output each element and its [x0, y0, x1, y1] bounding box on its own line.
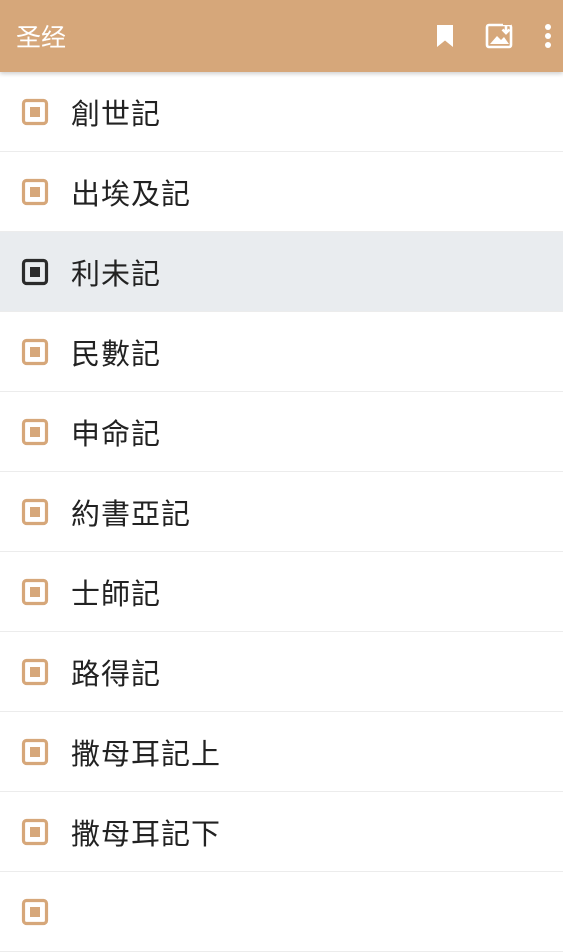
book-item-icon: [21, 658, 49, 685]
book-item-icon: [21, 178, 49, 205]
app-bar: 圣经: [0, 0, 563, 72]
book-list-item[interactable]: 民數記: [0, 312, 563, 392]
book-list-item[interactable]: 路得記: [0, 632, 563, 712]
book-item-icon: [21, 818, 49, 845]
book-item-icon: [21, 98, 49, 125]
book-list-item[interactable]: [0, 872, 563, 952]
book-list-item[interactable]: 申命記: [0, 392, 563, 472]
book-list-item[interactable]: 士師記: [0, 552, 563, 632]
book-item-icon: [21, 338, 49, 365]
book-item-label: 士師記: [71, 576, 162, 611]
book-item-label: 申命記: [71, 416, 162, 451]
book-item-icon: [21, 258, 49, 285]
book-item-label: 撒母耳記上: [71, 736, 222, 771]
book-item-label: 出埃及記: [71, 176, 192, 211]
book-list-item[interactable]: 利未記: [0, 232, 563, 312]
book-item-label: 撒母耳記下: [71, 816, 222, 851]
book-item-label: 約書亞記: [71, 496, 192, 531]
image-export-button[interactable]: [483, 18, 517, 54]
book-item-icon: [21, 898, 49, 925]
more-vert-icon: [545, 24, 551, 48]
book-list-item[interactable]: 創世記: [0, 72, 563, 152]
book-list: 創世記出埃及記利未記民數記申命記約書亞記士師記路得記撒母耳記上撒母耳記下: [0, 72, 563, 952]
book-item-icon: [21, 418, 49, 445]
book-list-item[interactable]: 約書亞記: [0, 472, 563, 552]
bookmark-button[interactable]: [428, 18, 462, 54]
bookmark-icon: [437, 25, 453, 47]
book-item-icon: [21, 738, 49, 765]
book-item-label: 創世記: [71, 96, 162, 131]
book-list-item[interactable]: 撒母耳記下: [0, 792, 563, 872]
book-item-icon: [21, 578, 49, 605]
image-export-icon: [485, 22, 513, 49]
more-options-button[interactable]: [533, 18, 563, 54]
book-item-label: 利未記: [71, 256, 162, 291]
app-title: 圣经: [16, 23, 67, 52]
book-item-label: 路得記: [71, 656, 162, 691]
book-list-item[interactable]: 撒母耳記上: [0, 712, 563, 792]
book-item-label: 民數記: [71, 336, 162, 371]
book-list-item[interactable]: 出埃及記: [0, 152, 563, 232]
book-item-icon: [21, 498, 49, 525]
